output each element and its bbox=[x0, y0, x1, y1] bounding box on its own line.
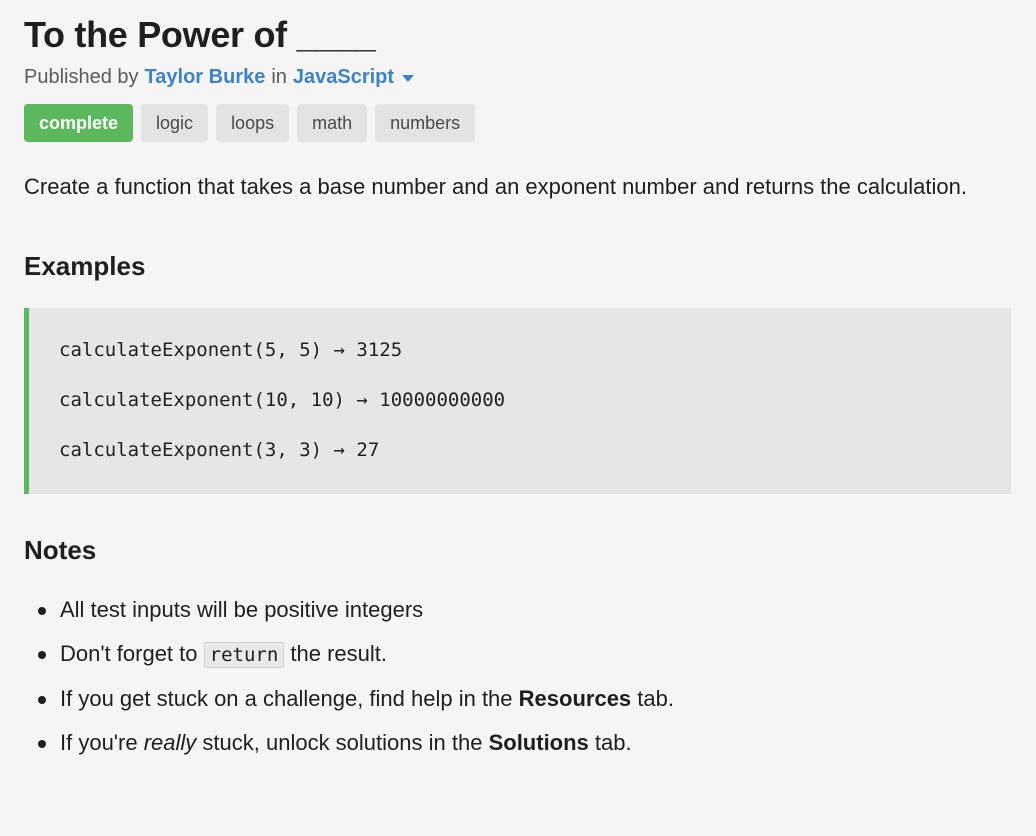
examples-code-block: calculateExponent(5, 5) → 3125 calculate… bbox=[24, 308, 1011, 494]
challenge-description: Create a function that takes a base numb… bbox=[24, 174, 967, 199]
published-by-label: Published by bbox=[24, 66, 139, 88]
example-line-3: calculateExponent(3, 3) → 27 bbox=[59, 439, 380, 461]
notes-heading: Notes bbox=[24, 535, 97, 565]
note-2-code: return bbox=[203, 642, 285, 668]
example-line-1: calculateExponent(5, 5) → 3125 bbox=[59, 339, 403, 361]
in-label: in bbox=[271, 66, 287, 88]
note-3-resources: Resources bbox=[518, 686, 632, 711]
note-4-middle: stuck, unlock solutions in the bbox=[202, 730, 483, 755]
note-1-text: All test inputs will be positive integer… bbox=[60, 597, 424, 622]
note-4-solutions: Solutions bbox=[488, 730, 589, 755]
note-3-after: tab. bbox=[637, 686, 674, 711]
notes-list: All test inputs will be positive integer… bbox=[24, 596, 1012, 757]
note-item-4: If you're really stuck, unlock solutions… bbox=[38, 729, 1012, 757]
note-3-before: If you get stuck on a challenge, find he… bbox=[60, 686, 513, 711]
note-4-before: If you're bbox=[60, 730, 138, 755]
note-item-1: All test inputs will be positive integer… bbox=[38, 596, 1012, 624]
challenge-meta: Published by Taylor Burke in JavaScript bbox=[24, 64, 1012, 90]
note-2-after: the result. bbox=[290, 641, 387, 666]
language-label: JavaScript bbox=[292, 66, 395, 88]
tag-loops[interactable]: loops bbox=[216, 104, 290, 142]
challenge-title: To the Power of ____ bbox=[24, 14, 376, 55]
tag-numbers[interactable]: numbers bbox=[375, 104, 476, 142]
status-badge[interactable]: complete bbox=[24, 104, 134, 142]
note-2-before: Don't forget to bbox=[60, 641, 198, 666]
language-dropdown[interactable]: JavaScript bbox=[293, 64, 394, 90]
tag-list: complete logic loops math numbers bbox=[24, 104, 1012, 142]
tag-math[interactable]: math bbox=[297, 104, 368, 142]
author-link[interactable]: Taylor Burke bbox=[145, 64, 266, 90]
examples-heading: Examples bbox=[24, 251, 146, 281]
note-4-italic: really bbox=[143, 730, 197, 755]
example-line-2: calculateExponent(10, 10) → 10000000000 bbox=[59, 389, 506, 411]
note-item-2: Don't forget to return the result. bbox=[38, 640, 1012, 669]
challenge-page: To the Power of ____ Published by Taylor… bbox=[0, 0, 1036, 757]
note-item-3: If you get stuck on a challenge, find he… bbox=[38, 685, 1012, 713]
note-4-after: tab. bbox=[594, 730, 632, 755]
tag-logic[interactable]: logic bbox=[141, 104, 209, 142]
caret-down-icon[interactable] bbox=[402, 74, 415, 82]
